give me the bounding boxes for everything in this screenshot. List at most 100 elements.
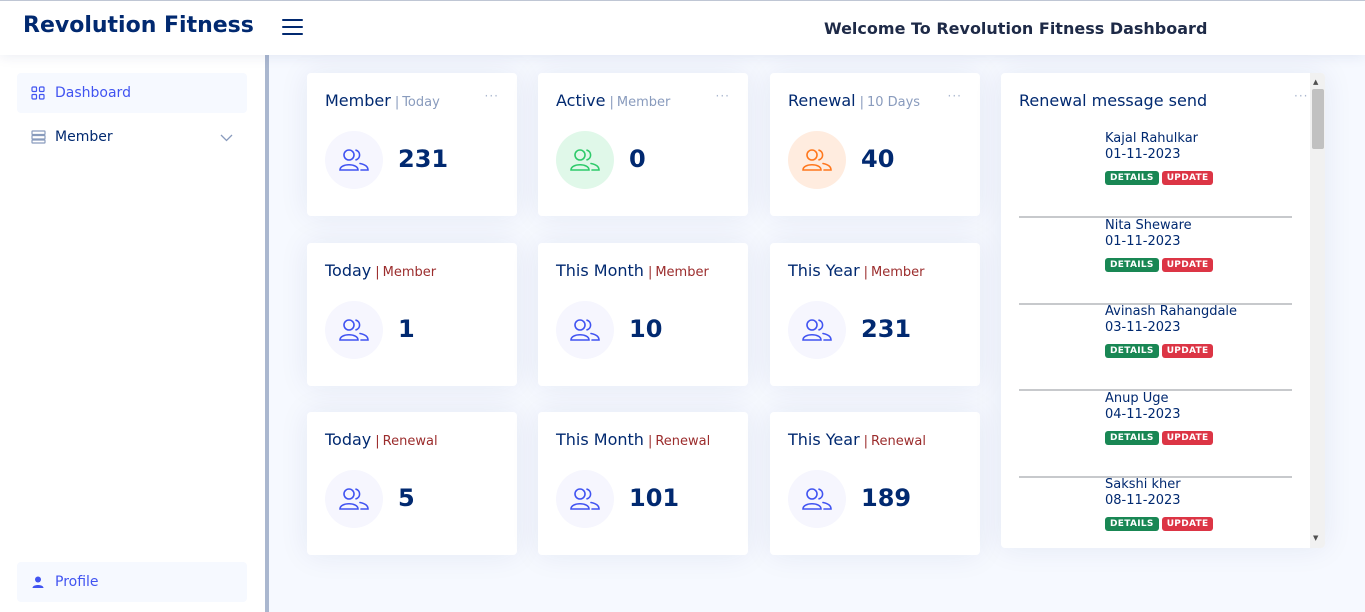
card-title: Today | Renewal bbox=[325, 430, 438, 449]
card-value: 1 bbox=[398, 315, 415, 343]
card-subtitle: Member bbox=[382, 265, 437, 280]
update-button[interactable]: UPDATE bbox=[1161, 171, 1214, 185]
details-button[interactable]: DETAILS bbox=[1105, 257, 1159, 272]
card-subtitle: Member bbox=[616, 95, 671, 110]
brand-logo[interactable]: Revolution Fitness bbox=[23, 13, 254, 38]
member-name: Sakshi kher bbox=[1105, 477, 1181, 492]
card-title-text: Today bbox=[325, 261, 372, 280]
page-title: Welcome To Revolution Fitness Dashboard bbox=[824, 19, 1208, 38]
menu-toggle-icon[interactable] bbox=[282, 19, 303, 37]
people-icon bbox=[556, 301, 614, 359]
card-title-separator: | bbox=[647, 434, 653, 449]
details-button[interactable]: DETAILS bbox=[1105, 430, 1159, 445]
stat-card: This Year | Renewal 189 bbox=[770, 412, 980, 555]
renewal-item: Nita Sheware 01-11-2023 DETAILS UPDATE bbox=[1019, 218, 1292, 305]
stat-card: Member | Today ··· 231 bbox=[307, 73, 517, 216]
list-icon bbox=[30, 129, 46, 145]
card-title-text: Member bbox=[325, 91, 391, 110]
person-icon bbox=[30, 574, 46, 590]
card-value: 189 bbox=[861, 484, 912, 512]
card-value: 231 bbox=[398, 145, 449, 173]
member-name: Kajal Rahulkar bbox=[1105, 131, 1198, 146]
card-title-separator: | bbox=[863, 265, 869, 280]
sidebar-scrollbar[interactable] bbox=[265, 55, 269, 612]
card-title: Active | Member bbox=[556, 91, 670, 110]
card-subtitle: 10 Days bbox=[866, 95, 921, 110]
sidebar-item-label: Dashboard bbox=[55, 85, 131, 101]
scroll-up-icon[interactable]: ▲ bbox=[1313, 78, 1318, 86]
stat-card: Today | Renewal 5 bbox=[307, 412, 517, 555]
renewal-panel: Renewal message send ··· Kajal Rahulkar 0… bbox=[1001, 73, 1325, 548]
card-title-separator: | bbox=[375, 434, 380, 449]
card-title: This Month | Renewal bbox=[556, 430, 710, 449]
stat-card: Active | Member ··· 0 bbox=[538, 73, 748, 216]
card-title-text: Renewal bbox=[788, 91, 856, 110]
more-options-icon[interactable]: ··· bbox=[948, 89, 962, 103]
renewal-date: 03-11-2023 bbox=[1105, 320, 1181, 335]
update-button[interactable]: UPDATE bbox=[1161, 344, 1214, 358]
details-button[interactable]: DETAILS bbox=[1105, 344, 1159, 358]
people-icon bbox=[788, 131, 846, 189]
sidebar-item-dashboard[interactable]: Dashboard bbox=[17, 73, 247, 113]
top-bar: Revolution Fitness Welcome To Revolution… bbox=[0, 0, 1365, 55]
card-value: 101 bbox=[629, 484, 680, 512]
stat-card: This Month | Member 10 bbox=[538, 243, 748, 386]
renewal-item: Anup Uge 04-11-2023 DETAILS UPDATE bbox=[1019, 391, 1292, 478]
people-icon bbox=[556, 470, 614, 528]
more-options-icon[interactable]: ··· bbox=[716, 89, 730, 103]
details-button[interactable]: DETAILS bbox=[1105, 171, 1159, 185]
renewal-panel-title: Renewal message send bbox=[1019, 91, 1208, 110]
card-title-text: This Year bbox=[788, 430, 860, 449]
card-value: 5 bbox=[398, 484, 415, 512]
update-button[interactable]: UPDATE bbox=[1161, 517, 1214, 531]
chevron-down-icon bbox=[220, 130, 233, 146]
member-name: Nita Sheware bbox=[1105, 217, 1192, 233]
card-title: This Month | Member bbox=[556, 261, 709, 280]
stat-card: Renewal | 10 Days ··· 40 bbox=[770, 73, 980, 216]
card-title-text: This Month bbox=[556, 261, 644, 280]
member-name: Avinash Rahangdale bbox=[1105, 304, 1238, 319]
card-title-separator: | bbox=[375, 265, 380, 280]
stat-card: This Month | Renewal 101 bbox=[538, 412, 748, 555]
sidebar-item-member[interactable]: Member bbox=[17, 117, 247, 157]
stat-card: Today | Member 1 bbox=[307, 243, 517, 386]
renewal-date: 08-11-2023 bbox=[1105, 493, 1181, 508]
card-value: 10 bbox=[629, 315, 663, 343]
scroll-down-icon[interactable]: ▼ bbox=[1313, 534, 1318, 542]
sidebar: Dashboard Member Profile bbox=[0, 55, 265, 612]
card-subtitle: Member bbox=[655, 265, 709, 280]
details-button[interactable]: DETAILS bbox=[1105, 517, 1159, 531]
people-icon bbox=[788, 301, 846, 359]
card-value: 40 bbox=[861, 145, 895, 173]
card-title-text: This Year bbox=[788, 261, 860, 280]
card-value: 231 bbox=[861, 315, 912, 343]
people-icon bbox=[556, 131, 614, 189]
card-title-text: Today bbox=[325, 430, 372, 449]
renewal-item: Sakshi kher 08-11-2023 DETAILS UPDATE bbox=[1019, 477, 1292, 548]
card-title-separator: | bbox=[859, 95, 864, 110]
card-title-text: This Month bbox=[556, 430, 644, 449]
renewal-date: 04-11-2023 bbox=[1105, 406, 1181, 422]
renewal-item: Avinash Rahangdale 03-11-2023 DETAILS UPDAT… bbox=[1019, 304, 1292, 391]
more-options-icon[interactable]: ··· bbox=[1294, 89, 1308, 103]
people-icon bbox=[325, 301, 383, 359]
card-subtitle: Today bbox=[402, 95, 440, 110]
scrollbar-thumb[interactable] bbox=[1312, 89, 1324, 149]
card-subtitle: Renewal bbox=[871, 434, 926, 449]
people-icon bbox=[788, 470, 846, 528]
update-button[interactable]: UPDATE bbox=[1161, 430, 1214, 445]
card-value: 0 bbox=[629, 145, 646, 173]
people-icon bbox=[325, 470, 383, 528]
sidebar-item-label: Member bbox=[55, 129, 113, 145]
card-title-separator: | bbox=[863, 434, 869, 449]
card-title: This Year | Renewal bbox=[788, 430, 926, 449]
grid-icon bbox=[30, 85, 46, 101]
card-title-separator: | bbox=[647, 265, 653, 280]
renewal-date: 01-11-2023 bbox=[1105, 233, 1181, 249]
card-title-text: Active bbox=[556, 91, 606, 110]
people-icon bbox=[325, 131, 383, 189]
update-button[interactable]: UPDATE bbox=[1161, 257, 1214, 272]
renewal-date: 01-11-2023 bbox=[1105, 147, 1181, 162]
more-options-icon[interactable]: ··· bbox=[485, 89, 499, 103]
sidebar-item-profile[interactable]: Profile bbox=[17, 562, 247, 602]
